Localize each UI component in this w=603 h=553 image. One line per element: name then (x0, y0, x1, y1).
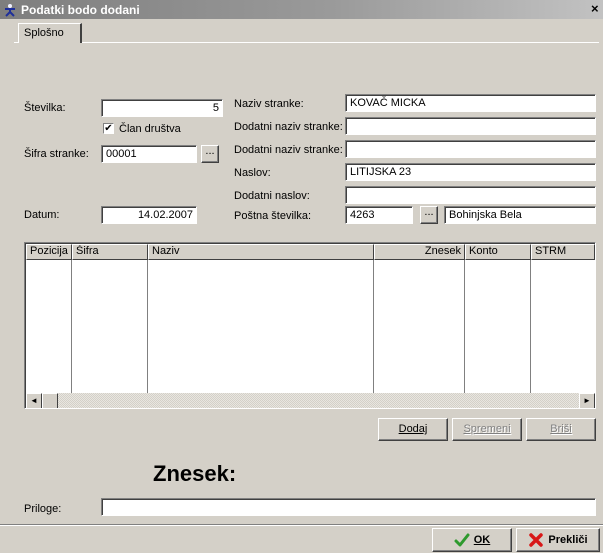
postna-field[interactable]: 4263 (345, 206, 413, 224)
dodatni-naziv-2-label: Dodatni naziv stranke: (234, 144, 343, 156)
ok-button[interactable]: OK (432, 528, 512, 552)
scroll-left-icon[interactable]: ◄ (26, 393, 42, 408)
grid-column-divider (147, 260, 148, 393)
datum-label: Datum: (24, 209, 60, 221)
naziv-field[interactable]: KOVAČ MICKA (345, 94, 596, 112)
naslov-field[interactable]: LITIJSKA 23 (345, 163, 596, 181)
cancel-button[interactable]: Prekliči (516, 528, 600, 552)
postna-lookup-button[interactable]: ... (420, 206, 438, 224)
column-header-pozicija[interactable]: Pozicija (26, 244, 72, 260)
delete-button-label: Briši (550, 423, 572, 435)
priloge-label: Priloge: (24, 503, 62, 515)
posta-field[interactable]: Bohinjska Bela (444, 206, 596, 224)
dodatni-naziv-1-field[interactable] (345, 117, 596, 135)
red-x-icon (529, 533, 544, 547)
title-bar: Podatki bodo dodani × (0, 0, 603, 19)
horizontal-scrollbar[interactable]: ◄ ► (26, 393, 595, 408)
scroll-thumb[interactable] (42, 393, 58, 408)
postna-label: Poštna številka: (234, 210, 312, 222)
stevilka-label: Številka: (24, 102, 66, 114)
add-button[interactable]: Dodaj (378, 418, 448, 441)
clan-label: Član društva (119, 123, 181, 135)
column-header-strm[interactable]: STRM (531, 244, 595, 260)
grid-column-divider (464, 260, 465, 393)
column-header-konto[interactable]: Konto (465, 244, 531, 260)
ok-button-label: OK (473, 534, 491, 546)
add-button-label: Dodaj (398, 423, 428, 435)
stevilka-field[interactable]: 5 (101, 99, 223, 117)
dodatni-naziv-2-field[interactable] (345, 140, 596, 158)
naslov-label: Naslov: (234, 167, 271, 179)
grid-column-divider (373, 260, 374, 393)
naziv-label: Naziv stranke: (234, 98, 304, 110)
positions-grid[interactable]: Pozicija Šifra Naziv Znesek Konto STRM ◄… (24, 242, 596, 409)
app-figure-icon (5, 3, 15, 17)
delete-button[interactable]: Briši (526, 418, 596, 441)
check-icon (454, 533, 470, 547)
column-header-znesek[interactable]: Znesek (374, 244, 465, 260)
footer-divider (0, 524, 603, 526)
dodatni-naslov-label: Dodatni naslov: (234, 190, 310, 202)
window-title: Podatki bodo dodani (21, 2, 140, 17)
sifra-field[interactable]: 00001 (101, 145, 197, 163)
dodatni-naziv-1-label: Dodatni naziv stranke: (234, 121, 343, 133)
sifra-label: Šifra stranke: (24, 148, 89, 160)
sifra-lookup-button[interactable]: ... (201, 145, 219, 163)
column-header-naziv[interactable]: Naziv (148, 244, 374, 260)
cancel-button-label: Prekliči (548, 534, 588, 546)
clan-checkbox[interactable]: ✔ (103, 123, 114, 134)
priloge-field[interactable] (101, 498, 596, 516)
grid-column-divider (530, 260, 531, 393)
save-button-label: Spremeni (463, 423, 511, 435)
datum-field[interactable]: 14.02.2007 (101, 206, 197, 224)
scroll-right-icon[interactable]: ► (579, 393, 595, 408)
grid-column-divider (71, 260, 72, 393)
close-button[interactable]: × (591, 1, 601, 17)
dodatni-naslov-field[interactable] (345, 186, 596, 204)
column-header-sifra[interactable]: Šifra (72, 244, 148, 260)
save-button[interactable]: Spremeni (452, 418, 522, 441)
tab-splosno[interactable]: Splošno (18, 23, 82, 43)
total-label: Znesek: (153, 461, 237, 486)
